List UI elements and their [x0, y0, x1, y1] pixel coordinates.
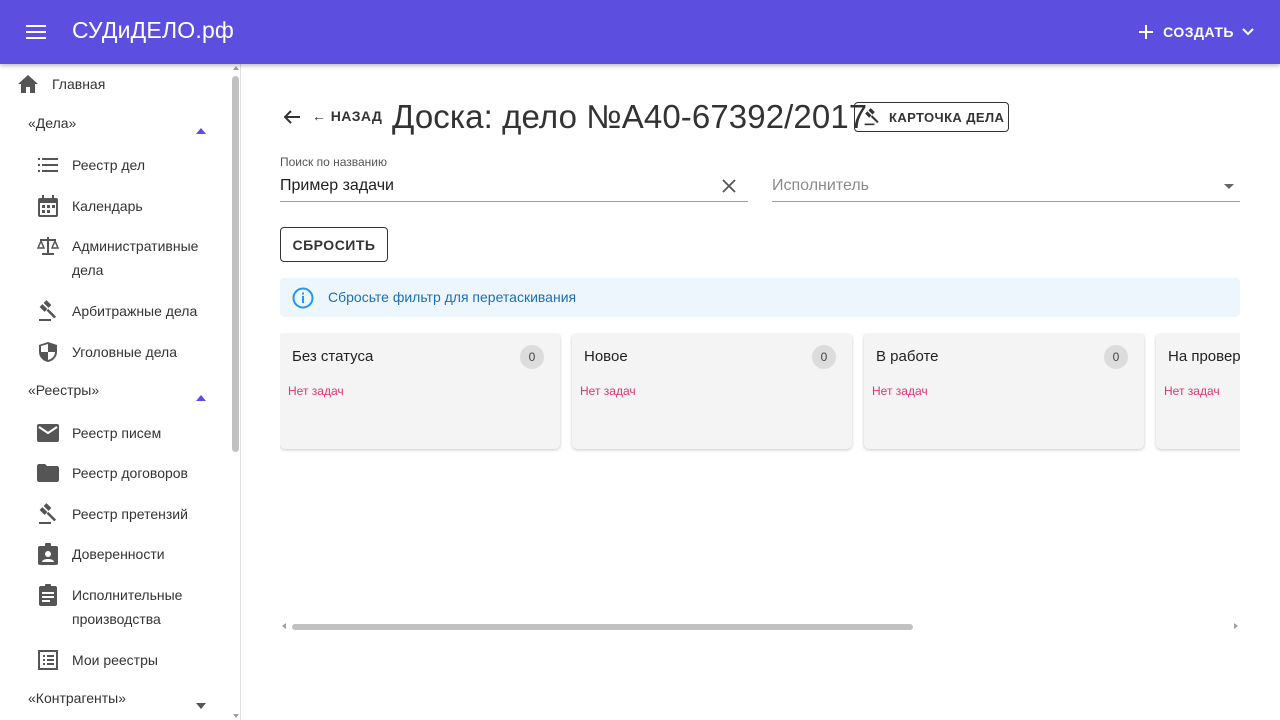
scroll-up-arrow[interactable] [233, 66, 239, 70]
column-title: Без статуса [292, 348, 374, 365]
create-button-label: СОЗДАТЬ [1163, 24, 1234, 40]
sidebar-item-label: Главная [52, 76, 106, 92]
sidebar: Главная «Дела» Реестр дел Календарь Адми… [0, 64, 241, 720]
sidebar-group-label: «Контрагенты» [28, 690, 127, 706]
shield-icon [37, 341, 59, 363]
sidebar-item-label: Административные дела [72, 238, 199, 278]
sidebar-item-label: Реестр дел [72, 157, 146, 173]
scales-icon [37, 235, 59, 257]
column-title: На проверке [1168, 348, 1240, 365]
calendar-icon [37, 195, 59, 217]
sidebar-item-label: Реестр договоров [72, 465, 188, 481]
board-column[interactable]: На проверке 0 Нет задач [1156, 333, 1240, 449]
sidebar-group-label: «Реестры» [28, 382, 100, 398]
sidebar-item-label: Исполнительные производства [72, 587, 183, 627]
column-empty-text: Нет задач [1164, 384, 1220, 398]
info-alert: Сбросьте фильтр для перетаскивания [280, 278, 1240, 317]
folder-icon [37, 462, 59, 484]
back-button[interactable]: ← НАЗАД [312, 108, 382, 124]
sidebar-item-my-registries[interactable]: Мои реестры [0, 648, 230, 672]
sidebar-item-label: Реестр писем [72, 425, 162, 441]
column-count-badge: 0 [812, 345, 836, 369]
main-content: ← НАЗАД Доска: дело №А40-67392/2017 КАРТ… [242, 64, 1280, 720]
create-button[interactable]: СОЗДАТЬ [1139, 18, 1254, 46]
sidebar-item-label: Мои реестры [72, 652, 158, 668]
gavel-icon [37, 503, 59, 525]
app-bar: СУДиДЕЛО.рф СОЗДАТЬ [0, 0, 1280, 64]
sidebar-item-label: Арбитражные дела [72, 303, 198, 319]
board-column[interactable]: Без статуса 0 Нет задач [280, 333, 560, 449]
sidebar-item-enforcement-proceedings[interactable]: Исполнительные производства [0, 583, 230, 631]
sidebar-item-calendar[interactable]: Календарь [0, 194, 230, 218]
sidebar-item-claims-registry[interactable]: Реестр претензий [0, 502, 230, 526]
sidebar-group-counterparties[interactable]: «Контрагенты» [0, 688, 230, 712]
search-label: Поиск по названию [280, 155, 388, 169]
clipboard-icon [37, 584, 59, 606]
scroll-left-arrow[interactable] [282, 623, 286, 629]
sidebar-group-cases[interactable]: «Дела» [0, 113, 230, 137]
menu-icon[interactable] [22, 20, 50, 44]
plus-icon [1139, 25, 1154, 39]
scroll-right-arrow[interactable] [1234, 623, 1238, 629]
badge-icon [37, 543, 59, 565]
reset-button[interactable]: СБРОСИТЬ [280, 227, 388, 262]
board-horizontal-scrollbar[interactable] [280, 620, 1240, 634]
close-icon[interactable] [722, 179, 736, 193]
sidebar-item-powers-of-attorney[interactable]: Доверенности [0, 542, 230, 566]
sidebar-item-administrative-cases[interactable]: Административные дела [0, 234, 230, 282]
kanban-board: Без статуса 0 Нет задач Новое 0 Нет зада… [280, 333, 1240, 453]
mail-icon [37, 422, 59, 444]
checklist-icon [37, 649, 59, 671]
sidebar-item-case-registry[interactable]: Реестр дел [0, 153, 230, 177]
column-title: Новое [584, 348, 628, 365]
page-title: Доска: дело №А40-67392/2017 [392, 98, 868, 135]
sidebar-item-label: Доверенности [72, 546, 165, 562]
scrollbar-thumb[interactable] [292, 624, 913, 630]
scrollbar-thumb[interactable] [232, 76, 239, 452]
chevron-down-icon [196, 696, 206, 712]
column-empty-text: Нет задач [288, 384, 344, 398]
sidebar-item-contracts-registry[interactable]: Реестр договоров [0, 461, 230, 485]
search-field: Поиск по названию [280, 154, 748, 202]
column-count-badge: 0 [520, 345, 544, 369]
chevron-down-icon [1242, 28, 1254, 36]
board-column[interactable]: Новое 0 Нет задач [572, 333, 852, 449]
gavel-icon [863, 108, 881, 126]
column-count-badge: 0 [1104, 345, 1128, 369]
column-empty-text: Нет задач [872, 384, 928, 398]
sidebar-scrollbar[interactable] [231, 64, 240, 720]
board-column[interactable]: В работе 0 Нет задач [864, 333, 1144, 449]
sidebar-item-label: Реестр претензий [72, 506, 188, 522]
executor-placeholder: Исполнитель [772, 177, 870, 194]
case-card-button[interactable]: КАРТОЧКА ДЕЛА [854, 102, 1009, 132]
chevron-up-icon [196, 121, 206, 137]
executor-select[interactable]: Исполнитель [772, 174, 1240, 202]
column-empty-text: Нет задач [580, 384, 636, 398]
sidebar-item-criminal-cases[interactable]: Уголовные дела [0, 340, 230, 364]
sidebar-group-registries[interactable]: «Реестры» [0, 380, 230, 404]
chevron-up-icon [196, 388, 206, 404]
column-title: В работе [876, 348, 939, 365]
dropdown-arrow-icon [1224, 184, 1234, 189]
scroll-down-arrow[interactable] [233, 714, 239, 718]
sidebar-item-letters-registry[interactable]: Реестр писем [0, 421, 230, 445]
home-icon [17, 73, 39, 95]
search-input[interactable] [280, 177, 700, 195]
app-title[interactable]: СУДиДЕЛО.рф [72, 17, 234, 44]
case-card-button-label: КАРТОЧКА ДЕЛА [889, 109, 1005, 125]
list-icon [37, 154, 59, 176]
gavel-icon [37, 300, 59, 322]
sidebar-item-label: Календарь [72, 198, 143, 214]
info-message: Сбросьте фильтр для перетаскивания [328, 289, 577, 305]
arrow-left-icon[interactable] [284, 105, 304, 129]
sidebar-item-home[interactable]: Главная [0, 72, 230, 96]
sidebar-group-label: «Дела» [28, 115, 77, 131]
info-icon [292, 287, 314, 309]
sidebar-item-label: Уголовные дела [72, 344, 178, 360]
sidebar-item-arbitration-cases[interactable]: Арбитражные дела [0, 299, 230, 323]
